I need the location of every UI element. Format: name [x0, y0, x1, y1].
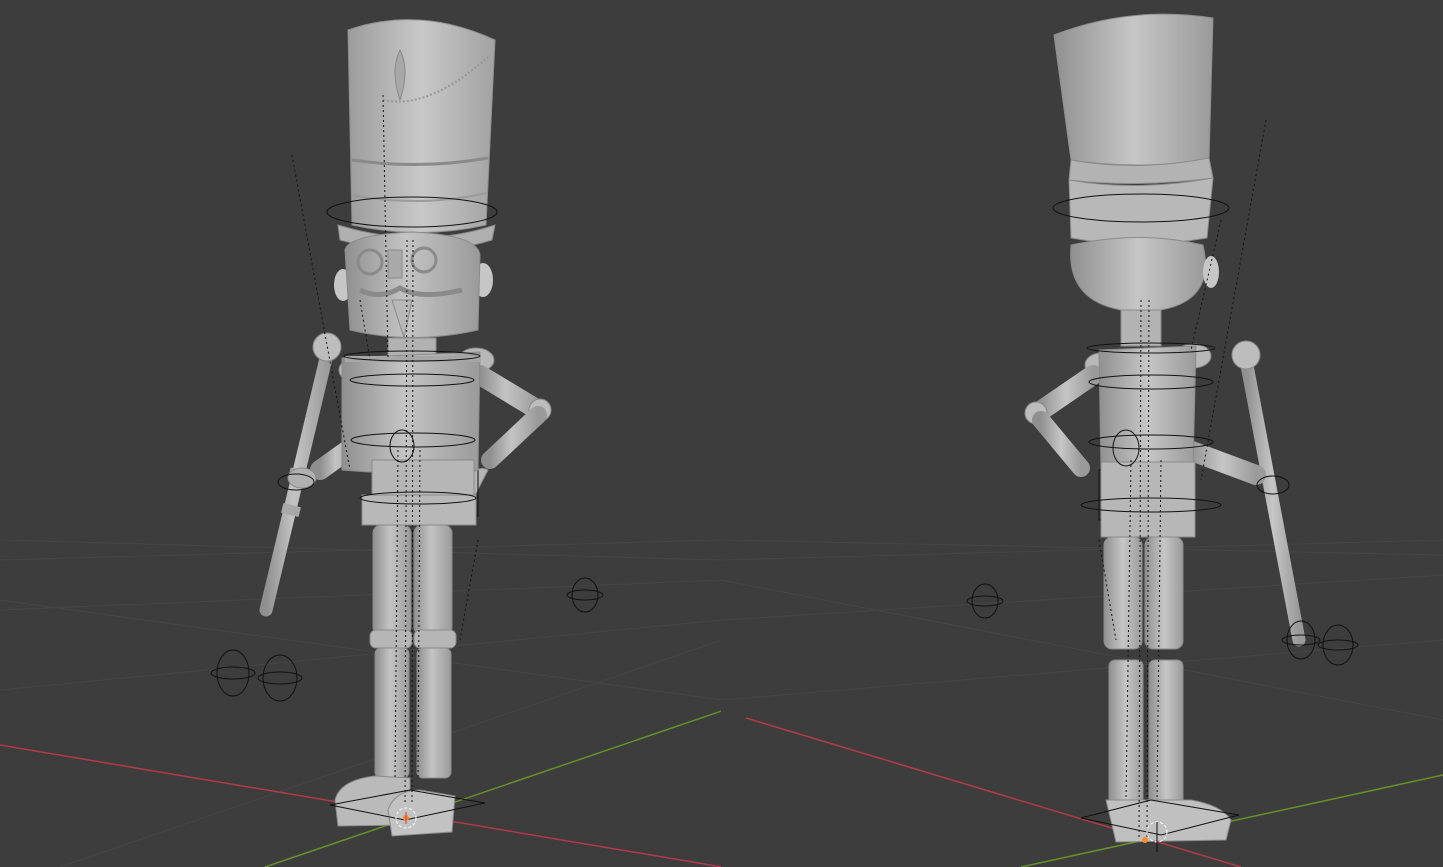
torso-mesh[interactable] [341, 350, 481, 526]
viewport-front[interactable] [0, 0, 722, 867]
y-axis-line-back [1020, 774, 1443, 867]
viewport-canvas-back[interactable] [721, 0, 1443, 867]
viewport-back[interactable] [721, 0, 1443, 867]
hat-mesh[interactable] [326, 19, 498, 252]
viewport-canvas-front[interactable] [0, 0, 722, 867]
torso-mesh-back[interactable] [1080, 342, 1222, 538]
hat-mesh-back[interactable] [1052, 13, 1230, 245]
head-mesh-back[interactable] [1070, 237, 1219, 347]
baton-mesh-back[interactable] [1231, 340, 1306, 647]
floor-grid-back [721, 539, 1443, 721]
y-axis-line [264, 710, 722, 867]
legs-mesh[interactable] [329, 524, 486, 837]
head-mesh[interactable] [334, 231, 493, 340]
legs-mesh-back[interactable] [1080, 536, 1240, 843]
